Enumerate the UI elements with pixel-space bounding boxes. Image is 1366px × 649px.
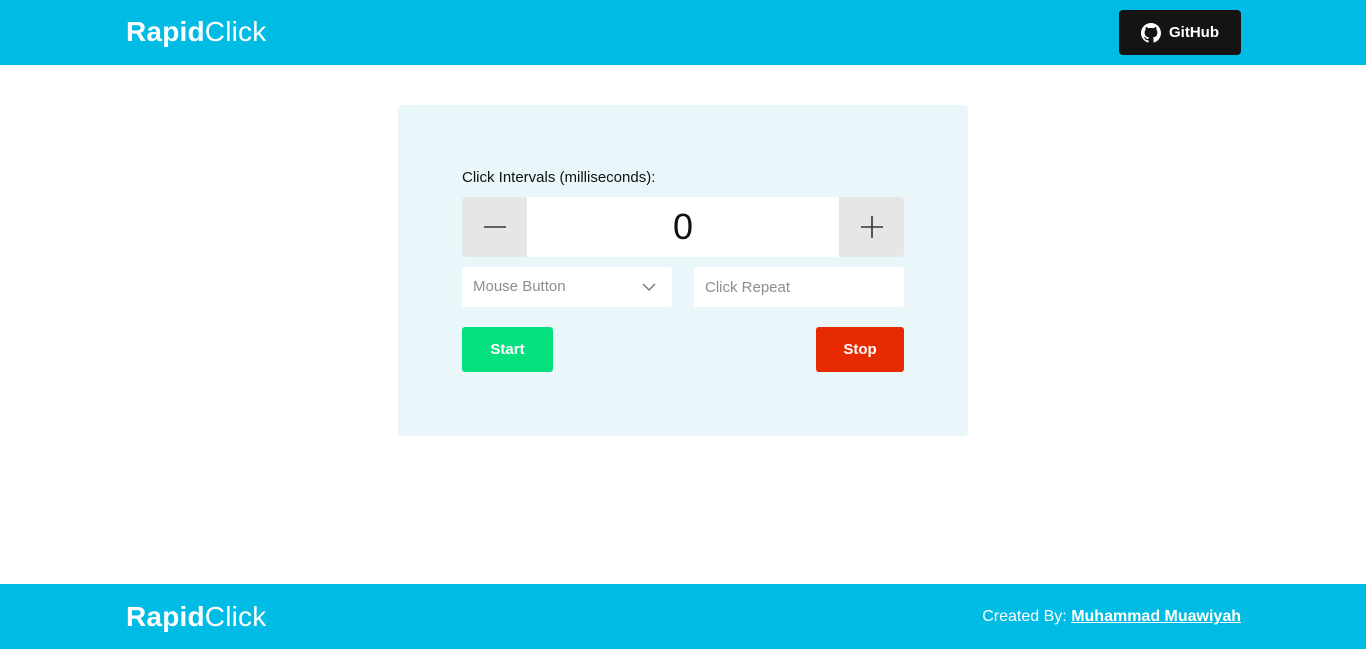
- stop-button[interactable]: Stop: [816, 327, 904, 372]
- credit-prefix: Created By:: [982, 608, 1067, 625]
- clicker-card: Click Intervals (milliseconds): 0 Mouse …: [398, 105, 968, 436]
- footer-logo-bold: Rapid: [126, 601, 205, 632]
- site-header: RapidClick GitHub: [0, 0, 1366, 65]
- author-link[interactable]: Muhammad Muawiyah: [1071, 608, 1241, 625]
- credit-text: Created By: Muhammad Muawiyah: [982, 608, 1241, 626]
- site-footer: RapidClick Created By: Muhammad Muawiyah: [0, 584, 1366, 649]
- click-repeat-input[interactable]: [694, 267, 904, 307]
- interval-label: Click Intervals (milliseconds):: [462, 169, 656, 186]
- increment-button[interactable]: [839, 197, 904, 257]
- github-icon: [1141, 22, 1161, 43]
- logo[interactable]: RapidClick: [126, 16, 266, 48]
- start-button[interactable]: Start: [462, 327, 553, 372]
- interval-value[interactable]: 0: [527, 197, 839, 257]
- minus-icon: [483, 226, 506, 228]
- interval-stepper: 0: [462, 197, 904, 257]
- plus-icon: [860, 216, 883, 238]
- github-label: GitHub: [1169, 24, 1219, 41]
- logo-light: Click: [204, 16, 267, 47]
- footer-logo-light: Click: [204, 601, 267, 632]
- mouse-button-placeholder: Mouse Button: [473, 278, 566, 295]
- github-button[interactable]: GitHub: [1119, 10, 1241, 55]
- chevron-down-icon: [642, 283, 656, 292]
- logo-bold: Rapid: [126, 16, 205, 47]
- decrement-button[interactable]: [462, 197, 527, 257]
- footer-logo[interactable]: RapidClick: [126, 601, 266, 633]
- mouse-button-select[interactable]: Mouse Button: [462, 267, 672, 307]
